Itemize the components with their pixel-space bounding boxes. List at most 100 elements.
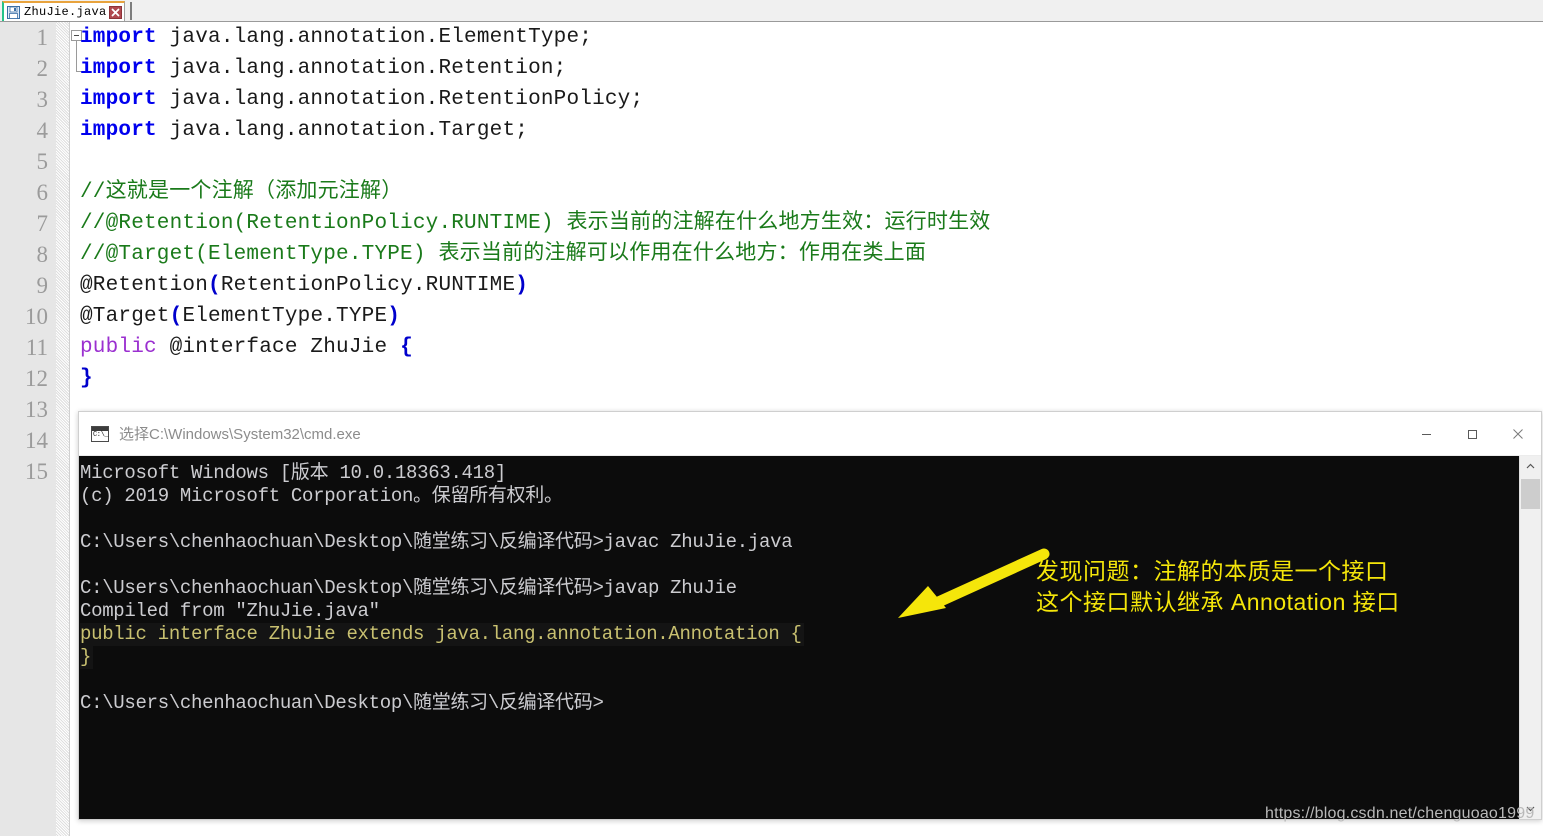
- console-line-text: Microsoft Windows [版本 10.0.18363.418]: [80, 462, 506, 484]
- scrollbar-thumb[interactable]: [1521, 479, 1540, 509]
- line-number: 11: [25, 335, 48, 360]
- code-token: @Retention: [80, 274, 209, 297]
- code-token: (: [169, 305, 183, 328]
- code-token: import: [80, 119, 157, 142]
- editor-tab-bar: ZhuJie.java: [0, 0, 1543, 22]
- line-number: 13: [25, 397, 48, 422]
- code-token: java.lang.annotation.Target;: [156, 119, 529, 142]
- code-token: }: [80, 367, 93, 390]
- line-number: 10: [25, 304, 48, 329]
- cmd-icon-label: C:\_: [93, 430, 109, 439]
- code-line[interactable]: 8 //@Target(ElementType.TYPE) 表示当前的注解可以作用…: [0, 239, 1543, 270]
- console-line-text: C:\Users\chenhaochuan\Desktop\随堂练习\反编译代码…: [80, 531, 793, 553]
- console-line-text: C:\Users\chenhaochuan\Desktop\随堂练习\反编译代码…: [80, 577, 737, 599]
- code-line-text: import java.lang.annotation.RetentionPol…: [80, 84, 643, 115]
- code-line[interactable]: 2 import java.lang.annotation.Retention;: [0, 53, 1543, 84]
- code-line[interactable]: 9 @Retention(RetentionPolicy.RUNTIME): [0, 270, 1543, 301]
- code-token: import: [80, 57, 157, 80]
- close-x-icon[interactable]: [108, 5, 122, 19]
- code-line-text: //这就是一个注解（添加元注解）: [80, 177, 402, 208]
- code-line-text: @Target(ElementType.TYPE): [80, 301, 400, 332]
- watermark: https://blog.csdn.net/chenguoao1999: [1265, 805, 1535, 822]
- cmd-window-title: 选择C:\Windows\System32\cmd.exe: [119, 426, 361, 443]
- line-number: 15: [25, 459, 48, 484]
- line-number: 3: [36, 87, 49, 112]
- scrollbar-track[interactable]: [1520, 477, 1541, 798]
- cmd-console-icon: C:\_: [91, 425, 109, 442]
- line-number: 2: [36, 56, 49, 81]
- code-line[interactable]: 7 //@Retention(RetentionPolicy.RUNTIME) 表…: [0, 208, 1543, 239]
- line-number: 1: [36, 25, 49, 50]
- console-line: C:\Users\chenhaochuan\Desktop\随堂练习\反编译代码…: [80, 531, 1490, 554]
- line-number: 12: [25, 366, 48, 391]
- code-token: //@Target(ElementType.TYPE) 表示当前的注解可以作用在…: [80, 243, 927, 266]
- code-line[interactable]: 6 //这就是一个注解（添加元注解）: [0, 177, 1543, 208]
- console-line: C:\Users\chenhaochuan\Desktop\随堂练习\反编译代码…: [80, 692, 1490, 715]
- code-token: java.lang.annotation.Retention;: [156, 57, 567, 80]
- console-line-text: C:\Users\chenhaochuan\Desktop\随堂练习\反编译代码…: [80, 692, 604, 714]
- code-line[interactable]: 3 import java.lang.annotation.RetentionPo…: [0, 84, 1543, 115]
- tab-label: ZhuJie.java: [24, 5, 107, 19]
- code-line-text: @Retention(RetentionPolicy.RUNTIME): [80, 270, 528, 301]
- code-token: {: [400, 336, 413, 359]
- console-line: }: [80, 646, 1490, 669]
- code-line-text: import java.lang.annotation.ElementType;: [80, 22, 592, 53]
- close-icon[interactable]: [1495, 412, 1541, 456]
- code-line-text: public @interface ZhuJie {: [80, 332, 413, 363]
- code-line-text: import java.lang.annotation.Target;: [80, 115, 528, 146]
- console-line: public interface ZhuJie extends java.lan…: [80, 623, 1490, 646]
- tab-bar-caret: [130, 2, 132, 20]
- tab-zhujie-java[interactable]: ZhuJie.java: [2, 1, 125, 21]
- console-line-text: (c) 2019 Microsoft Corporation。保留所有权利。: [80, 485, 563, 507]
- line-number: 6: [36, 180, 49, 205]
- code-line[interactable]: 11 public @interface ZhuJie {: [0, 332, 1543, 363]
- code-token: import: [80, 26, 157, 49]
- chevron-up-icon[interactable]: [1520, 456, 1541, 477]
- console-line-selected: }: [80, 646, 94, 669]
- code-line-text: import java.lang.annotation.Retention;: [80, 53, 566, 84]
- line-number: 7: [36, 211, 49, 236]
- code-token: (: [208, 274, 221, 297]
- code-token: ): [387, 305, 401, 328]
- line-number: 9: [36, 273, 49, 298]
- annotation-line-1: 发现问题：注解的本质是一个接口: [1036, 558, 1389, 584]
- code-token: ): [515, 274, 529, 297]
- code-token: //@Retention(RetentionPolicy.RUNTIME) 表示…: [80, 212, 991, 235]
- annotation-callout: 发现问题：注解的本质是一个接口 这个接口默认继承 Annotation 接口: [1036, 556, 1476, 618]
- code-line-text: //@Target(ElementType.TYPE) 表示当前的注解可以作用在…: [80, 239, 926, 270]
- code-line[interactable]: 1 import java.lang.annotation.ElementType…: [0, 22, 1543, 53]
- maximize-icon[interactable]: [1449, 412, 1495, 456]
- code-token: import: [80, 88, 157, 111]
- annotation-line-2: 这个接口默认继承 Annotation 接口: [1036, 589, 1400, 615]
- line-number: 8: [36, 242, 49, 267]
- cmd-console-body[interactable]: Microsoft Windows [版本 10.0.18363.418] (c)…: [79, 456, 1541, 819]
- screen-root: ZhuJie.java 1 import java.lang.annotation…: [0, 0, 1543, 836]
- window-controls: [1403, 412, 1541, 456]
- code-token: ElementType.TYPE: [182, 305, 388, 328]
- cmd-window[interactable]: C:\_ 选择C:\Windows\System32\cmd.exe Micro…: [78, 411, 1542, 820]
- code-token: public: [80, 336, 157, 359]
- code-line[interactable]: 5: [0, 146, 1543, 177]
- console-line-selected: public interface ZhuJie extends java.lan…: [80, 623, 804, 646]
- line-number: 14: [25, 428, 48, 453]
- console-scrollbar[interactable]: [1519, 456, 1541, 819]
- floppy-disk-icon: [7, 5, 20, 19]
- code-token: @Target: [80, 305, 170, 328]
- code-line-text: //@Retention(RetentionPolicy.RUNTIME) 表示…: [80, 208, 990, 239]
- code-token: @interface ZhuJie: [156, 336, 401, 359]
- code-token: java.lang.annotation.ElementType;: [156, 26, 593, 49]
- code-token: //这就是一个注解（添加元注解）: [80, 181, 403, 204]
- code-line[interactable]: 10 @Target(ElementType.TYPE): [0, 301, 1543, 332]
- code-line-text: }: [80, 363, 93, 394]
- code-line[interactable]: 12}: [0, 363, 1543, 394]
- code-token: java.lang.annotation.RetentionPolicy;: [156, 88, 644, 111]
- line-number: 5: [36, 149, 49, 174]
- console-line: (c) 2019 Microsoft Corporation。保留所有权利。: [80, 485, 1490, 508]
- code-line[interactable]: 4 import java.lang.annotation.Target;: [0, 115, 1543, 146]
- console-line-text: Compiled from "ZhuJie.java": [80, 600, 380, 622]
- arrow-down-left-icon: [886, 546, 1056, 621]
- console-line: Microsoft Windows [版本 10.0.18363.418]: [80, 462, 1490, 485]
- cmd-title-bar[interactable]: C:\_ 选择C:\Windows\System32\cmd.exe: [79, 412, 1541, 456]
- minimize-icon[interactable]: [1403, 412, 1449, 456]
